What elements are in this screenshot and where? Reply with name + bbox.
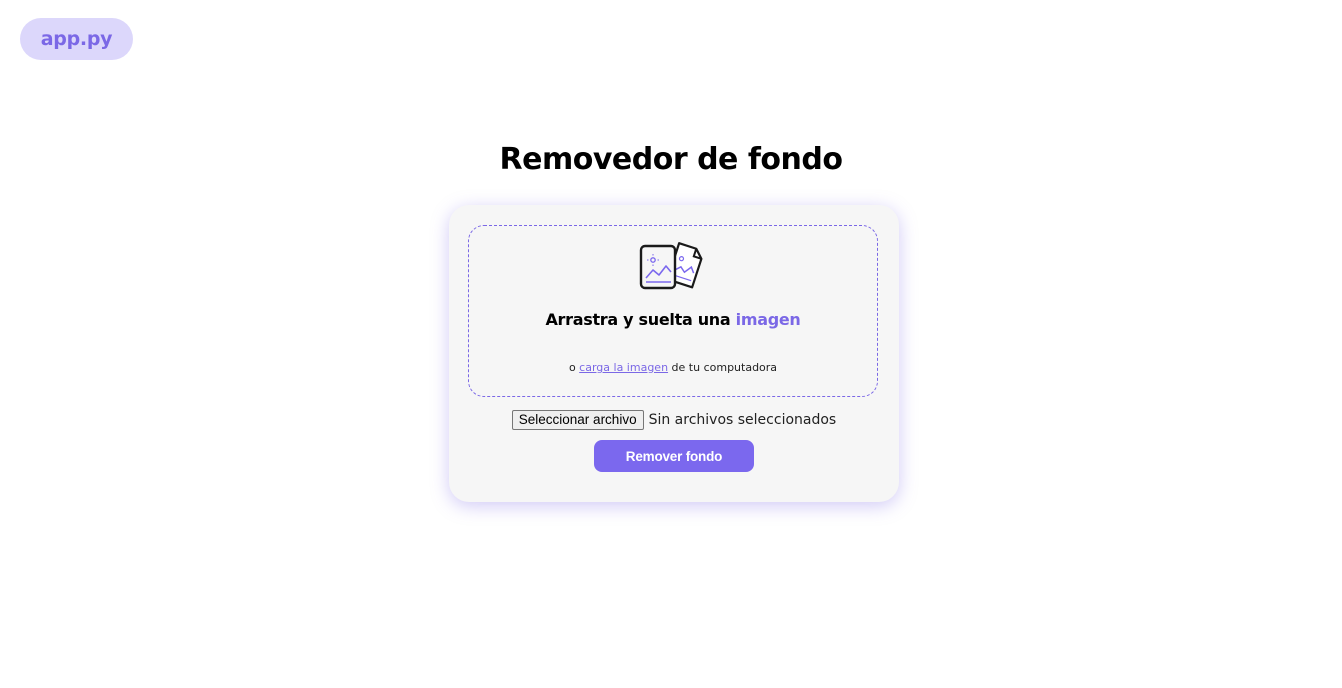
remove-background-button[interactable]: Remover fondo	[594, 440, 754, 472]
drop-zone-subtext: o carga la imagen de tu computadora	[469, 361, 877, 374]
file-input-row: Seleccionar archivo Sin archivos selecci…	[449, 410, 899, 430]
images-icon	[639, 242, 703, 290]
app-logo[interactable]: app.py	[20, 18, 133, 60]
page-title: Removedor de fondo	[499, 142, 843, 177]
drop-zone-heading-accent: imagen	[735, 310, 801, 329]
drop-zone-heading-text: Arrastra y suelta una	[545, 310, 736, 329]
choose-file-button[interactable]: Seleccionar archivo	[511, 410, 644, 430]
drop-zone-sub-suffix: de tu computadora	[668, 361, 778, 374]
upload-card: Arrastra y suelta una imagen o carga la …	[449, 205, 899, 502]
upload-image-link[interactable]: carga la imagen	[579, 361, 668, 374]
file-status-text: Sin archivos seleccionados	[648, 412, 837, 428]
drop-zone-sub-prefix: o	[568, 361, 580, 374]
drop-zone[interactable]: Arrastra y suelta una imagen o carga la …	[468, 225, 878, 397]
drop-zone-heading: Arrastra y suelta una imagen	[469, 310, 877, 329]
app-logo-text: app.py	[40, 28, 113, 50]
